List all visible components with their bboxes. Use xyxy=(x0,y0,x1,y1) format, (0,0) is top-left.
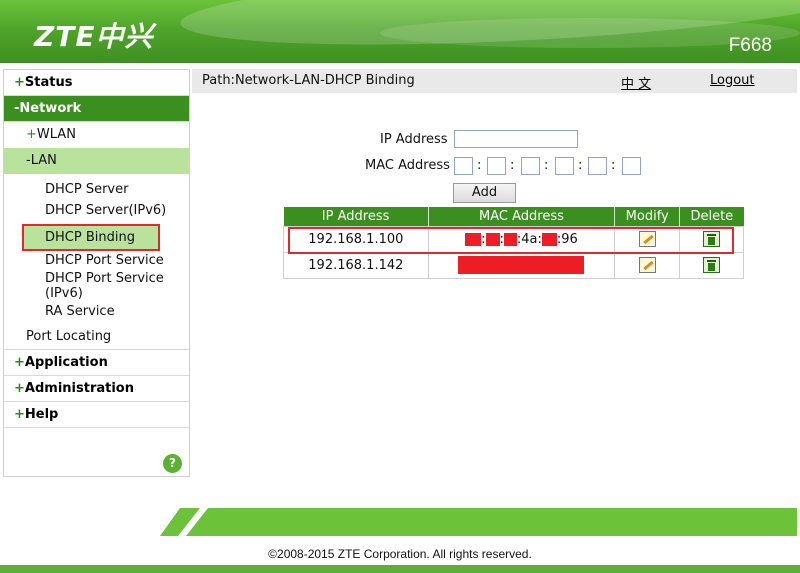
mac-address-label: MAC Address xyxy=(365,158,450,173)
mac-colon: : xyxy=(544,158,549,173)
nav-lan-label: -LAN xyxy=(26,153,57,168)
nav-help-label: Help xyxy=(24,407,59,422)
nav-wlan[interactable]: +WLAN xyxy=(4,122,189,148)
mac-octet-2-input[interactable] xyxy=(487,157,506,175)
mac-octet-1-input[interactable] xyxy=(454,157,473,175)
table-row: 192.168.1.142 xyxy=(283,251,744,279)
table-row: 192.168.1.100 :::4a::96 xyxy=(283,225,744,253)
col-modify: Modify xyxy=(614,207,681,226)
cell-modify xyxy=(614,251,681,279)
nav-dhcp-server[interactable]: DHCP Server xyxy=(4,179,189,200)
zte-logo: ZTE中兴 xyxy=(34,20,154,53)
cell-delete xyxy=(679,225,744,253)
nav-dhcp-port-service-ipv6[interactable]: DHCP Port Service (IPv6) xyxy=(4,270,189,302)
col-delete: Delete xyxy=(679,207,744,226)
trash-icon[interactable] xyxy=(703,257,721,273)
cell-ip: 192.168.1.100 xyxy=(283,225,429,253)
nav-dhcp-port-service[interactable]: DHCP Port Service xyxy=(4,251,189,270)
nav-help[interactable]: +Help xyxy=(4,402,189,428)
redaction-block xyxy=(465,232,482,246)
mac-octet-4-input[interactable] xyxy=(555,157,574,175)
table-header-row: IP Address MAC Address Modify Delete xyxy=(283,207,744,226)
nav-wlan-label: WLAN xyxy=(36,127,76,142)
mac-colon: : xyxy=(578,158,583,173)
mac-colon: : xyxy=(510,158,515,173)
logout-link[interactable]: Logout xyxy=(710,73,755,88)
cell-ip: 192.168.1.142 xyxy=(283,251,429,279)
mac-octet-3-input[interactable] xyxy=(521,157,540,175)
redaction-block xyxy=(541,232,557,246)
ip-address-input[interactable] xyxy=(454,130,578,148)
cell-mac: :::4a::96 xyxy=(427,225,616,253)
bottom-bar xyxy=(0,565,800,573)
col-ip-address: IP Address xyxy=(283,207,429,226)
nav-network[interactable]: -Network xyxy=(4,96,189,122)
add-button[interactable]: Add xyxy=(453,183,516,203)
expand-icon: + xyxy=(14,75,25,90)
expand-icon: + xyxy=(14,381,25,396)
expand-icon: + xyxy=(14,355,25,370)
nav-network-label: -Network xyxy=(14,101,82,116)
footer-band xyxy=(160,508,797,536)
nav-port-locating[interactable]: Port Locating xyxy=(4,324,189,350)
nav-dhcp-binding[interactable]: DHCP Binding xyxy=(22,224,160,251)
ip-address-label: IP Address xyxy=(380,132,448,147)
help-icon[interactable]: ? xyxy=(163,454,182,473)
nav-administration[interactable]: +Administration xyxy=(4,376,189,402)
nav-dhcp-server-ipv6[interactable]: DHCP Server(IPv6) xyxy=(4,200,189,221)
path-bar: Path:Network-LAN-DHCP Binding 中 文 Logout xyxy=(192,69,797,93)
col-mac-address: MAC Address xyxy=(428,207,616,226)
mac-octet-6-input[interactable] xyxy=(622,157,641,175)
header-banner: ZTE中兴 F668 xyxy=(0,0,800,63)
nav-label-line2: (IPv6) xyxy=(45,286,83,301)
cell-modify xyxy=(614,225,681,253)
nav-application[interactable]: +Application xyxy=(4,350,189,376)
sidebar: +Status -Network +WLAN -LAN DHCP Server … xyxy=(3,69,190,477)
cell-mac xyxy=(427,251,616,279)
mac-colon: : xyxy=(477,158,482,173)
nav-label-line1: DHCP Port Service xyxy=(45,271,164,286)
redaction-block xyxy=(503,232,517,246)
edit-icon[interactable] xyxy=(638,257,656,273)
edit-icon[interactable] xyxy=(638,231,656,247)
nav-ra-service[interactable]: RA Service xyxy=(4,302,189,324)
redaction-block xyxy=(458,256,585,274)
expand-icon: + xyxy=(26,127,37,142)
nav-administration-label: Administration xyxy=(24,381,134,396)
mac-fragment: :4a: xyxy=(516,231,542,247)
mac-colon: : xyxy=(611,158,616,173)
copyright-text: ©2008-2015 ZTE Corporation. All rights r… xyxy=(268,547,532,561)
mac-fragment: :96 xyxy=(556,231,578,247)
trash-icon[interactable] xyxy=(703,231,721,247)
redaction-block xyxy=(485,232,500,246)
model-name: F668 xyxy=(728,35,772,56)
expand-icon: + xyxy=(14,407,25,422)
language-link[interactable]: 中 文 xyxy=(621,73,651,92)
nav-application-label: Application xyxy=(24,355,108,370)
nav-status[interactable]: +Status xyxy=(4,70,189,96)
dhcp-binding-table: IP Address MAC Address Modify Delete 192… xyxy=(283,207,744,279)
breadcrumb: Path:Network-LAN-DHCP Binding xyxy=(202,73,415,88)
nav-status-label: Status xyxy=(24,75,73,90)
cell-delete xyxy=(679,251,744,279)
nav-lan[interactable]: -LAN xyxy=(4,148,189,174)
mac-octet-5-input[interactable] xyxy=(588,157,607,175)
